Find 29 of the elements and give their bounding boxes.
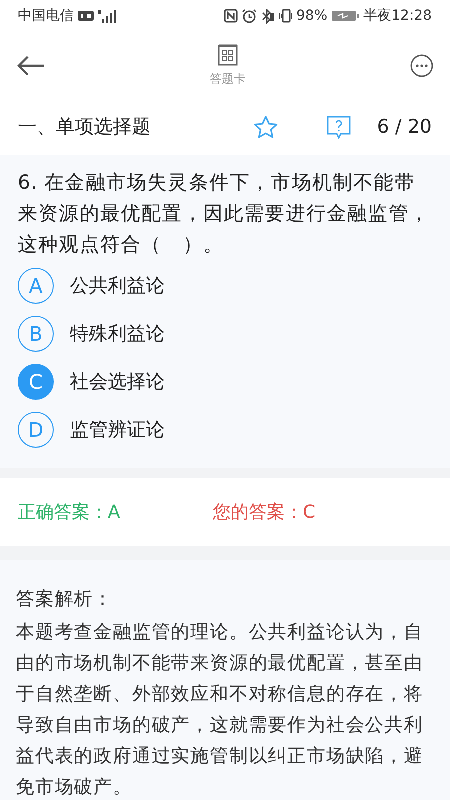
favorite-button[interactable] xyxy=(253,114,280,140)
grid-icon xyxy=(218,44,238,66)
option-text: 公共利益论 xyxy=(70,274,165,299)
option-text: 社会选择论 xyxy=(70,370,165,395)
nfc-icon xyxy=(224,9,238,23)
option-letter: C xyxy=(18,364,54,400)
explanation-text: 本题考查金融监管的理论。公共利益论认为，自由的市场机制不能带来资源的最优配置，甚至由于自然垄断、外部效应和不对称信息的存在，将导致自由市场的破产，这就需要作为社会公共利益代表的政府通过实施管制以纠正市场缺陷，避免市场破产。 xyxy=(16,621,424,800)
option-text: 监管辨证论 xyxy=(70,418,165,443)
battery-percent: 98% xyxy=(296,6,328,26)
progress-counter: 6 / 20 xyxy=(377,115,432,140)
section-title: 一、单项选择题 xyxy=(18,115,152,140)
bluetooth-icon xyxy=(260,8,275,24)
explanation-title: 答案解析： xyxy=(16,588,114,612)
feedback-button[interactable] xyxy=(327,116,352,140)
option-letter: D xyxy=(18,412,54,448)
vibrate-icon xyxy=(278,9,293,23)
question-text: 6. 在金融市场失灵条件下，市场机制不能带来资源的最优配置，因此需要进行金融监管，这种观点符合（ ）。 xyxy=(18,170,431,258)
more-button[interactable] xyxy=(410,54,434,78)
carrier-text: 中国电信 xyxy=(18,6,74,26)
option-text: 特殊利益论 xyxy=(70,322,165,347)
your-answer: 您的答案：C xyxy=(213,500,316,524)
option-letter: A xyxy=(18,268,54,304)
alarm-icon xyxy=(242,8,257,24)
correct-answer: 正确答案：A xyxy=(18,500,122,524)
battery-icon xyxy=(332,10,360,22)
back-button[interactable] xyxy=(16,55,46,77)
option-letter: B xyxy=(18,316,54,352)
answer-card-button[interactable]: 答题卡 xyxy=(210,44,246,88)
time-text: 半夜12:28 xyxy=(364,6,432,26)
